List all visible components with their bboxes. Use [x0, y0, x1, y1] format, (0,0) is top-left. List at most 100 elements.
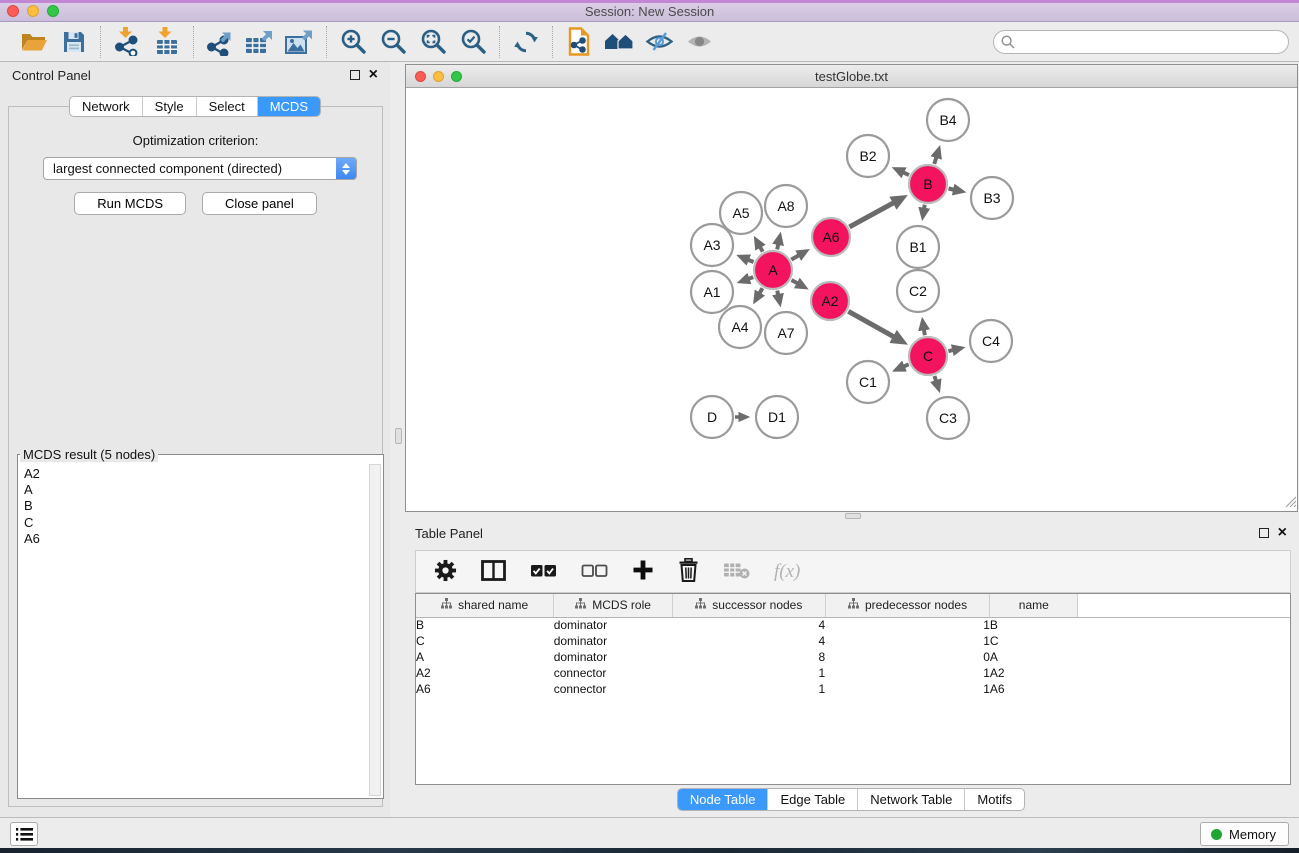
- export-network-icon[interactable]: [203, 26, 237, 58]
- tab-mcds[interactable]: MCDS: [257, 97, 320, 116]
- import-network-icon[interactable]: [110, 26, 144, 58]
- graph-node-C1[interactable]: C1: [847, 361, 889, 403]
- vertical-splitter-grip[interactable]: [395, 428, 402, 444]
- criterion-dropdown[interactable]: largest connected component (directed): [43, 157, 357, 180]
- float-panel-icon[interactable]: [350, 70, 360, 80]
- graph-node-C3[interactable]: C3: [927, 397, 969, 439]
- first-neighbors-houses-icon[interactable]: [602, 26, 636, 58]
- graph-edge-A6-B[interactable]: [849, 198, 902, 227]
- settings-gear-icon[interactable]: [434, 559, 457, 585]
- graph-node-A1[interactable]: A1: [691, 271, 733, 313]
- graph-edge-A-A4[interactable]: [756, 288, 763, 300]
- tab-motifs[interactable]: Motifs: [964, 789, 1024, 810]
- criterion-value: largest connected component (directed): [53, 161, 282, 176]
- graph-edge-B-B3[interactable]: [949, 188, 962, 191]
- graph-edge-A-A8[interactable]: [777, 236, 780, 249]
- delete-columns-trash-icon[interactable]: [678, 558, 699, 585]
- import-table-icon[interactable]: [150, 26, 184, 58]
- open-folder-icon[interactable]: [17, 26, 51, 58]
- tab-network[interactable]: Network: [70, 97, 142, 116]
- table-panel-title: Table Panel: [415, 526, 483, 541]
- graph-edge-C-C4[interactable]: [948, 348, 960, 351]
- zoom-fit-icon[interactable]: [416, 26, 450, 58]
- destroy-table-icon[interactable]: [723, 561, 750, 583]
- graph-node-D[interactable]: D: [691, 396, 733, 438]
- float-panel-icon[interactable]: [1259, 528, 1269, 538]
- graph-edge-A-A7[interactable]: [777, 291, 779, 303]
- tab-network-table[interactable]: Network Table: [857, 789, 964, 810]
- mcds-result-item: A6: [24, 531, 367, 547]
- graph-edge-A-A1[interactable]: [741, 277, 753, 281]
- graph-edge-A-A2[interactable]: [791, 280, 804, 287]
- graph-edge-B-B4[interactable]: [934, 150, 938, 164]
- column-header-successor-nodes[interactable]: successor nodes: [672, 594, 825, 617]
- resize-grip-icon[interactable]: [1283, 494, 1296, 510]
- column-header-name[interactable]: name: [990, 594, 1078, 617]
- horizontal-splitter-grip[interactable]: [845, 513, 861, 519]
- function-builder-icon[interactable]: f(x): [774, 561, 800, 583]
- refresh-layout-icon[interactable]: [509, 26, 543, 58]
- close-panel-button[interactable]: Close panel: [202, 192, 317, 215]
- graph-node-D1[interactable]: D1: [756, 396, 798, 438]
- table-row-A[interactable]: Adominator80A: [416, 649, 1290, 665]
- graph-node-B2[interactable]: B2: [847, 135, 889, 177]
- zoom-out-icon[interactable]: [376, 26, 410, 58]
- graph-node-A3[interactable]: A3: [691, 224, 733, 266]
- network-from-file-icon[interactable]: [562, 26, 596, 58]
- tab-style[interactable]: Style: [142, 97, 196, 116]
- graph-edge-C-C2[interactable]: [923, 322, 925, 336]
- select-all-rows-icon[interactable]: [530, 563, 557, 581]
- table-row-C[interactable]: Cdominator41C: [416, 633, 1290, 649]
- zoom-selected-icon[interactable]: [456, 26, 490, 58]
- graph-edge-A-A6[interactable]: [791, 251, 806, 259]
- network-canvas[interactable]: B4 B2 B B3 A8A5 A6 A3 B1 A C2 A1 A2 A4A7 C4 C C1 D D1 C3: [406, 88, 1297, 511]
- graph-edge-A-A5[interactable]: [756, 240, 763, 252]
- graph-node-B[interactable]: B: [909, 165, 947, 203]
- show-column-icon[interactable]: [481, 560, 506, 584]
- zoom-in-icon[interactable]: [336, 26, 370, 58]
- hide-details-eye-icon[interactable]: [642, 26, 676, 58]
- tab-select[interactable]: Select: [196, 97, 257, 116]
- tab-edge-table[interactable]: Edge Table: [767, 789, 857, 810]
- graph-node-C2[interactable]: C2: [897, 270, 939, 312]
- table-row-A2[interactable]: A2connector11A2: [416, 665, 1290, 681]
- table-row-A6[interactable]: A6connector11A6: [416, 681, 1290, 697]
- graph-node-A7[interactable]: A7: [765, 312, 807, 354]
- graph-edge-C-C1[interactable]: [896, 364, 908, 369]
- graph-edge-B-B1[interactable]: [923, 205, 925, 217]
- export-table-icon[interactable]: [243, 26, 277, 58]
- graph-node-C4[interactable]: C4: [970, 320, 1012, 362]
- graph-edge-B-B2[interactable]: [896, 169, 909, 175]
- create-column-plus-icon[interactable]: [632, 559, 654, 584]
- export-image-icon[interactable]: [283, 26, 317, 58]
- table-row-B[interactable]: Bdominator41B: [416, 617, 1290, 633]
- graph-node-A2[interactable]: A2: [811, 282, 849, 320]
- run-mcds-button[interactable]: Run MCDS: [74, 192, 186, 215]
- memory-button[interactable]: Memory: [1200, 822, 1289, 846]
- column-header-shared-name[interactable]: shared name: [416, 594, 554, 617]
- show-details-eye-icon[interactable]: [682, 26, 716, 58]
- graph-node-B3[interactable]: B3: [971, 177, 1013, 219]
- close-panel-icon[interactable]: ×: [1278, 528, 1287, 538]
- graph-edge-C-C3[interactable]: [934, 376, 938, 389]
- graph-node-C[interactable]: C: [909, 337, 947, 375]
- result-scrollbar[interactable]: [369, 464, 381, 796]
- task-history-button[interactable]: [10, 822, 38, 846]
- close-panel-icon[interactable]: ×: [369, 70, 378, 80]
- deselect-all-rows-icon[interactable]: [581, 563, 608, 581]
- graph-node-A8[interactable]: A8: [765, 185, 807, 227]
- graph-edge-A2-C[interactable]: [848, 311, 902, 342]
- tab-node-table[interactable]: Node Table: [678, 789, 768, 810]
- column-header-mcds-role[interactable]: MCDS role: [554, 594, 673, 617]
- graph-node-B4[interactable]: B4: [927, 99, 969, 141]
- graph-node-B1[interactable]: B1: [897, 226, 939, 268]
- column-header-predecessor-nodes[interactable]: predecessor nodes: [825, 594, 990, 617]
- graph-node-A4[interactable]: A4: [719, 306, 761, 348]
- save-floppy-icon[interactable]: [57, 26, 91, 58]
- graph-edge-A-A3[interactable]: [741, 257, 754, 262]
- graph-node-A5[interactable]: A5: [720, 192, 762, 234]
- network-window-titlebar[interactable]: testGlobe.txt: [406, 65, 1297, 88]
- graph-node-A[interactable]: A: [754, 251, 792, 289]
- search-input[interactable]: [993, 30, 1289, 54]
- graph-node-A6[interactable]: A6: [812, 218, 850, 256]
